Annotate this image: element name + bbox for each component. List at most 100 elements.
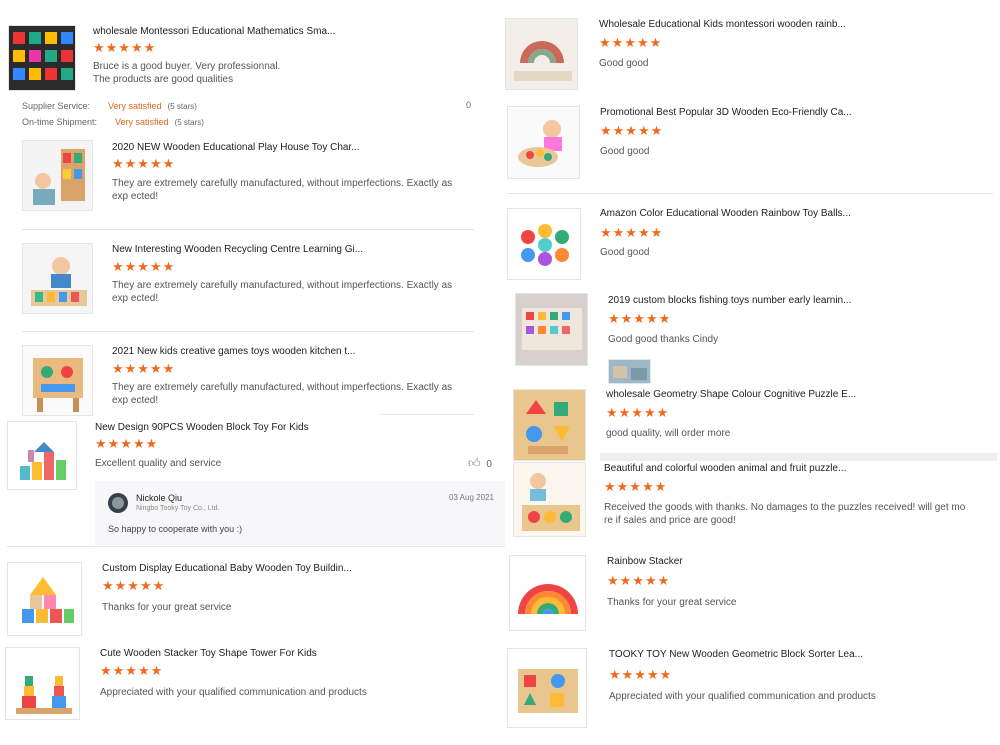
star-rating: ★★★★★ bbox=[112, 361, 176, 376]
like-count: 0 bbox=[486, 459, 492, 470]
rating-label: On-time Shipment: bbox=[22, 117, 98, 127]
divider bbox=[22, 229, 474, 230]
product-title[interactable]: New Design 90PCS Wooden Block Toy For Ki… bbox=[95, 422, 309, 433]
review-text: Good good bbox=[599, 58, 649, 69]
geometry-puzzle-image bbox=[514, 390, 585, 460]
star-rating: ★★★★★ bbox=[95, 436, 159, 451]
supplier-service-rating: Supplier Service: Very satisfied (5 stars) bbox=[22, 101, 197, 111]
product-thumbnail[interactable] bbox=[515, 293, 588, 366]
divider bbox=[7, 546, 505, 547]
star-rating: ★★★★★ bbox=[112, 259, 176, 274]
product-title[interactable]: 2020 NEW Wooden Educational Play House T… bbox=[112, 142, 360, 153]
product-title[interactable]: Beautiful and colorful wooden animal and… bbox=[604, 463, 846, 474]
block-sorter-image bbox=[508, 649, 586, 727]
product-thumbnail[interactable] bbox=[22, 345, 93, 416]
product-title[interactable]: Promotional Best Popular 3D Wooden Eco-F… bbox=[600, 107, 852, 118]
product-title[interactable]: New Interesting Wooden Recycling Centre … bbox=[112, 244, 363, 255]
partial-like-count: 0 bbox=[466, 100, 472, 110]
product-title[interactable]: wholesale Montessori Educational Mathema… bbox=[93, 26, 335, 37]
product-thumbnail[interactable] bbox=[505, 18, 578, 90]
product-thumbnail[interactable] bbox=[507, 208, 581, 280]
product-title[interactable]: Custom Display Educational Baby Wooden T… bbox=[102, 563, 352, 574]
review-text: good quality, will order more bbox=[606, 428, 731, 439]
fishing-toy-image bbox=[516, 294, 587, 365]
like-button[interactable]: 👍︎ 0 bbox=[468, 456, 492, 471]
review-text: Thanks for your great service bbox=[102, 602, 232, 613]
star-rating: ★★★★★ bbox=[600, 123, 664, 138]
rating-note: (5 stars) bbox=[167, 102, 197, 111]
review-text: Received the goods with thanks. No damag… bbox=[604, 502, 966, 526]
star-rating: ★★★★★ bbox=[606, 405, 670, 420]
divider bbox=[600, 453, 997, 461]
product-title[interactable]: wholesale Geometry Shape Colour Cognitiv… bbox=[606, 389, 856, 400]
star-rating: ★★★★★ bbox=[609, 667, 673, 682]
star-rating: ★★★★★ bbox=[102, 578, 166, 593]
divider bbox=[507, 193, 993, 194]
review-text: Appreciated with your qualified communic… bbox=[100, 687, 367, 698]
product-thumbnail[interactable] bbox=[513, 462, 586, 537]
kitchen-toy-image bbox=[23, 346, 92, 415]
star-rating: ★★★★★ bbox=[100, 663, 164, 678]
star-rating: ★★★★★ bbox=[608, 311, 672, 326]
product-thumbnail[interactable] bbox=[8, 25, 76, 91]
recycling-centre-image bbox=[23, 244, 92, 313]
product-title[interactable]: TOOKY TOY New Wooden Geometric Block Sor… bbox=[609, 649, 863, 660]
rating-label: Supplier Service: bbox=[22, 101, 91, 111]
star-rating: ★★★★★ bbox=[607, 573, 671, 588]
rating-value: Very satisfied bbox=[115, 117, 169, 127]
product-thumbnail[interactable] bbox=[507, 648, 587, 728]
review-text: Good good bbox=[600, 247, 650, 258]
product-title[interactable]: Amazon Color Educational Wooden Rainbow … bbox=[600, 208, 851, 219]
review-text: They are extremely carefully manufacture… bbox=[112, 178, 453, 202]
play-house-image bbox=[23, 141, 92, 210]
product-title[interactable]: Wholesale Educational Kids montessori wo… bbox=[599, 19, 846, 30]
review-text: Bruce is a good buyer. Very professionna… bbox=[93, 61, 281, 85]
review-text: They are extremely carefully manufacture… bbox=[112, 280, 453, 304]
supplier-reply: Nickole Qiu Ningbo Tooky Toy Co., Ltd. 0… bbox=[95, 481, 505, 545]
reply-company: Ningbo Tooky Toy Co., Ltd. bbox=[136, 505, 220, 512]
rating-value: Very satisfied bbox=[108, 101, 162, 111]
star-rating: ★★★★★ bbox=[604, 479, 668, 494]
review-text: Excellent quality and service bbox=[95, 458, 222, 469]
rainbow-image bbox=[506, 19, 577, 89]
review-text: Good good thanks Cindy bbox=[608, 334, 719, 345]
wooden-cake-image bbox=[508, 107, 579, 178]
rating-note: (5 stars) bbox=[174, 118, 204, 127]
stacker-tower-image bbox=[6, 648, 79, 719]
review-text: Good good bbox=[600, 146, 650, 157]
review-photo-image bbox=[609, 360, 650, 383]
reply-text: So happy to cooperate with you :) bbox=[108, 524, 243, 534]
rainbow-stacker-image bbox=[510, 556, 585, 630]
divider bbox=[22, 331, 474, 332]
reply-author: Nickole Qiu bbox=[136, 493, 183, 503]
product-thumbnail[interactable] bbox=[507, 106, 580, 179]
star-rating: ★★★★★ bbox=[93, 40, 157, 55]
star-rating: ★★★★★ bbox=[599, 35, 663, 50]
review-text: They are extremely carefully manufacture… bbox=[112, 382, 453, 406]
divider bbox=[380, 414, 474, 415]
product-title[interactable]: Rainbow Stacker bbox=[607, 556, 683, 567]
animal-fruit-puzzle-image bbox=[514, 463, 585, 536]
star-rating: ★★★★★ bbox=[600, 225, 664, 240]
rainbow-balls-image bbox=[508, 209, 580, 279]
reply-date: 03 Aug 2021 bbox=[449, 493, 494, 502]
product-thumbnail[interactable] bbox=[7, 421, 77, 490]
review-text: Thanks for your great service bbox=[607, 597, 737, 608]
product-thumbnail[interactable] bbox=[22, 243, 93, 314]
math-board-image bbox=[9, 26, 75, 90]
thumbs-up-icon: 👍︎ bbox=[468, 456, 481, 470]
product-thumbnail[interactable] bbox=[7, 562, 82, 636]
product-thumbnail[interactable] bbox=[22, 140, 93, 211]
product-thumbnail[interactable] bbox=[5, 647, 80, 720]
block-toy-image bbox=[8, 422, 76, 489]
product-title[interactable]: 2019 custom blocks fishing toys number e… bbox=[608, 295, 851, 306]
avatar bbox=[108, 493, 128, 513]
product-title[interactable]: 2021 New kids creative games toys wooden… bbox=[112, 346, 355, 357]
product-title[interactable]: Cute Wooden Stacker Toy Shape Tower For … bbox=[100, 648, 317, 659]
product-thumbnail[interactable] bbox=[509, 555, 586, 631]
star-rating: ★★★★★ bbox=[112, 156, 176, 171]
review-photo[interactable] bbox=[608, 359, 651, 384]
review-text: Appreciated with your qualified communic… bbox=[609, 691, 876, 702]
ontime-shipment-rating: On-time Shipment: Very satisfied (5 stars) bbox=[22, 117, 204, 127]
product-thumbnail[interactable] bbox=[513, 389, 586, 461]
